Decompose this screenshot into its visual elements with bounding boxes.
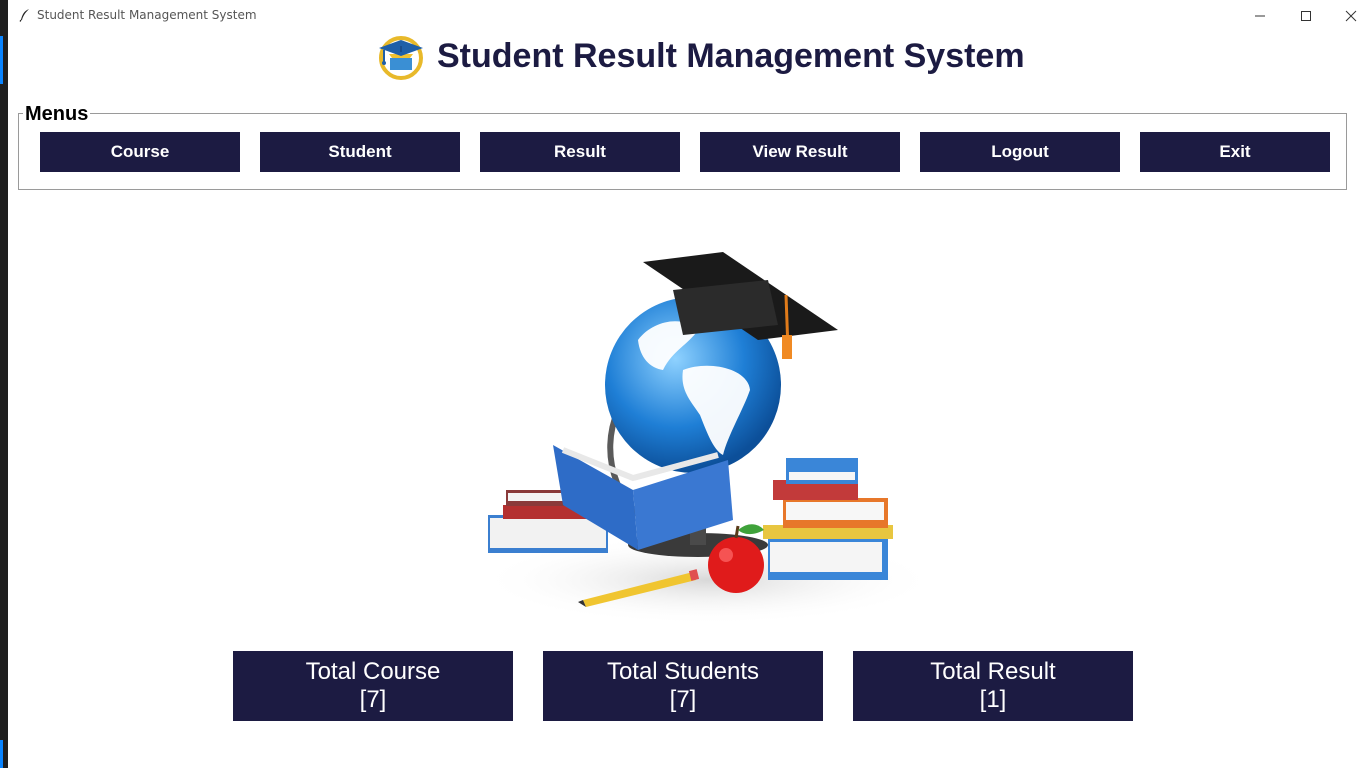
total-course-card: Total Course [7] — [233, 651, 513, 721]
student-button[interactable]: Student — [260, 132, 460, 172]
total-students-value: [7] — [669, 686, 697, 713]
total-students-card: Total Students [7] — [543, 651, 823, 721]
window-title: Student Result Management System — [37, 8, 257, 22]
app-window: Student Result Management System Student… — [8, 0, 1366, 768]
graduation-cap-icon — [379, 36, 423, 80]
maximize-button[interactable] — [1283, 0, 1329, 31]
title-bar[interactable]: Student Result Management System — [8, 0, 1366, 31]
page-title: Student Result Management System — [437, 37, 1025, 75]
total-course-label: Total Course — [305, 658, 441, 685]
feather-icon — [19, 9, 29, 22]
course-button[interactable]: Course — [40, 132, 240, 172]
total-result-card: Total Result [1] — [853, 651, 1133, 721]
logout-button[interactable]: Logout — [920, 132, 1120, 172]
total-result-label: Total Result — [930, 658, 1056, 685]
maximize-icon — [1301, 10, 1311, 21]
exit-button[interactable]: Exit — [1140, 132, 1330, 172]
minimize-button[interactable] — [1237, 0, 1283, 31]
minimize-icon — [1255, 15, 1265, 16]
total-course-value: [7] — [359, 686, 387, 713]
taskbar-accent — [0, 740, 3, 768]
education-illustration — [478, 252, 938, 625]
menus-label: Menus — [23, 103, 91, 126]
close-icon — [1345, 10, 1357, 21]
close-button[interactable] — [1328, 0, 1366, 31]
header: Student Result Management System — [8, 32, 1366, 82]
result-button[interactable]: Result — [480, 132, 680, 172]
total-result-value: [1] — [979, 686, 1007, 713]
total-students-label: Total Students — [606, 658, 760, 685]
desktop-left-strip — [0, 0, 8, 768]
view-result-button[interactable]: View Result — [700, 132, 900, 172]
taskbar-accent — [0, 36, 3, 84]
